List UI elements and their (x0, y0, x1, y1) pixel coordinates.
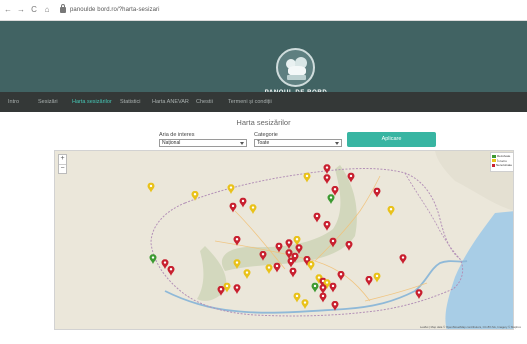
menu-item-sesizari[interactable]: Sesizări (38, 92, 58, 112)
chevron-down-icon (335, 142, 339, 145)
category-select-value: Toate (257, 140, 270, 146)
page-title: Harta sesizărilor (236, 118, 291, 127)
area-select-value: Național (162, 140, 181, 146)
menu-item-statistici[interactable]: Statistici (120, 92, 140, 112)
legend-label: În lucru (497, 158, 507, 163)
map-legend: Rezolvate În lucru Nerezolvate (490, 152, 514, 172)
zoom-control: + − (58, 154, 67, 174)
browser-address-bar: ← → C ⌂ panoulde bord.ro/?harta-sesizari (0, 0, 527, 21)
reload-icon[interactable]: C (29, 5, 39, 15)
legend-label: Nerezolvate (495, 163, 512, 168)
logo-base (287, 75, 306, 80)
menu-item-chestii[interactable]: Chestii (196, 92, 213, 112)
url-field[interactable]: panoulde bord.ro/?harta-sesizari (70, 7, 160, 13)
back-icon[interactable]: ← (3, 5, 13, 15)
menu-item-harta-anevar[interactable]: Harta ANEVAR (152, 92, 189, 112)
menu-item-termeni[interactable]: Termeni și condiții (228, 92, 272, 112)
menu-item-intro[interactable]: Intro (8, 92, 19, 112)
chevron-down-icon (240, 142, 244, 145)
zoom-out-button[interactable]: − (59, 164, 66, 173)
site-header: PANOUL DE BORD Deconectare (0, 21, 527, 107)
map-canvas[interactable] (55, 151, 514, 330)
zoom-in-button[interactable]: + (59, 155, 66, 164)
legend-swatch (492, 163, 495, 167)
area-filter-label: Aria de interes (159, 132, 195, 138)
apply-filter-button[interactable]: Aplicare (347, 132, 436, 147)
site-logo[interactable] (276, 48, 315, 87)
map-land (55, 151, 513, 329)
category-filter-label: Categorie (254, 132, 278, 138)
legend-swatch (492, 159, 496, 163)
menu-item-harta-sesizarilor[interactable]: Harta sesizărilor (72, 92, 112, 112)
map-attribution[interactable]: Leaflet | Map data © OpenStreetMap contr… (420, 325, 521, 329)
home-icon[interactable]: ⌂ (42, 5, 52, 15)
lock-icon (60, 4, 66, 13)
forward-icon[interactable]: → (16, 5, 26, 15)
legend-label: Rezolvate (497, 154, 511, 159)
area-select[interactable]: Național (159, 139, 247, 147)
category-select[interactable]: Toate (254, 139, 342, 147)
legend-item: Nerezolvate (492, 163, 512, 168)
legend-swatch (492, 154, 496, 158)
main-menu: Intro Sesizări Harta sesizărilor Statist… (0, 92, 527, 112)
map-view[interactable] (54, 150, 514, 330)
